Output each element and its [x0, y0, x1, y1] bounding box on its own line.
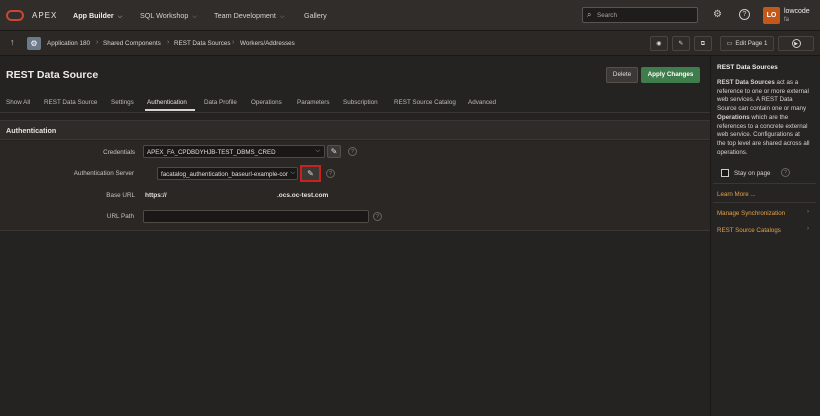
breadcrumb-separator-icon: › [96, 39, 99, 46]
breadcrumb-rest-data-sources[interactable]: REST Data Sources [174, 40, 231, 47]
chevron-down-icon: ⌵ [315, 148, 320, 154]
chevron-right-icon: › [807, 226, 809, 232]
search-placeholder: Search [597, 12, 617, 19]
main-content [0, 56, 710, 416]
delete-button[interactable]: Delete [606, 67, 638, 83]
section-title: Authentication [6, 126, 57, 135]
page-title: REST Data Source [6, 69, 99, 81]
auth-server-value: facatalog_authentication_baseurl-example… [161, 171, 292, 178]
user-sub: fa [784, 17, 790, 23]
search-icon: ⌕ [587, 10, 592, 19]
tab-advanced[interactable]: Advanced [468, 99, 496, 106]
shapes-icon: ⧉ [700, 39, 706, 47]
tab-parameters[interactable]: Parameters [297, 99, 330, 106]
base-url-prefix: https:// [145, 192, 167, 199]
base-url-suffix: .ocs.oc-test.com [277, 192, 329, 199]
help-panel-description: REST Data Sources act as a reference to … [717, 79, 810, 157]
credentials-value: APEX_FA_CPDBDYHJB-TEST_DBMS_CRED [147, 149, 276, 156]
chevron-right-icon: › [807, 209, 809, 215]
page-icon: ▭ [726, 40, 733, 47]
pencil-icon: ✎ [330, 147, 338, 156]
up-arrow-icon[interactable]: ↑ [10, 37, 15, 47]
manage-synchronization-link[interactable]: Manage Synchronization [717, 210, 785, 217]
help-divider [713, 183, 816, 184]
tab-subscription[interactable]: Subscription [343, 99, 378, 106]
description-bold: REST Data Sources [717, 79, 775, 86]
rest-source-catalogs-link[interactable]: REST Source Catalogs [717, 227, 781, 234]
breadcrumb-separator-icon: › [232, 39, 235, 46]
chevron-down-icon: ⌵ [192, 14, 197, 20]
breadcrumb-application[interactable]: Application 180 [47, 40, 90, 47]
chevron-down-icon: ⌵ [279, 14, 285, 20]
stay-on-page-checkbox[interactable] [721, 169, 729, 177]
view-icon-button[interactable]: ◉ [650, 36, 668, 51]
tab-operations[interactable]: Operations [251, 99, 282, 106]
breadcrumb-shared-components[interactable]: Shared Components [103, 40, 161, 47]
credentials-label: Credentials [103, 149, 135, 156]
help-icon[interactable]: ? [739, 9, 750, 20]
wrench-icon: ✎ [678, 40, 684, 47]
credentials-select[interactable]: APEX_FA_CPDBDYHJB-TEST_DBMS_CRED ⌵ [143, 145, 325, 158]
credentials-help-icon[interactable]: ? [348, 147, 357, 156]
url-path-label: URL Path [106, 213, 134, 220]
debug-icon-button[interactable]: ✎ [672, 36, 690, 51]
auth-server-label: Authentication Server [73, 170, 134, 177]
avatar[interactable]: LO [763, 7, 780, 24]
apply-changes-button[interactable]: Apply Changes [641, 67, 700, 83]
edit-page-button[interactable]: ▭ Edit Page 1 [720, 36, 774, 51]
auth-server-edit-button[interactable]: ✎ [300, 165, 321, 182]
description-bold-2: Operations [717, 113, 750, 121]
base-url-label: Base URL [106, 192, 135, 199]
nav-gallery[interactable]: Gallery [304, 11, 327, 20]
tab-data-profile[interactable]: Data Profile [204, 99, 237, 106]
pencil-icon: ✎ [307, 169, 314, 178]
tab-settings[interactable]: Settings [111, 99, 134, 106]
credentials-edit-button[interactable]: ✎ [327, 145, 341, 158]
breadcrumb-current: Workers/Addresses [240, 40, 295, 47]
auth-server-help-icon[interactable]: ? [326, 169, 335, 178]
url-path-input[interactable] [143, 210, 369, 223]
user-settings-icon[interactable]: ⚙ [713, 9, 722, 20]
chevron-down-icon: ⌵ [288, 170, 295, 177]
tab-rest-data-source[interactable]: REST Data Source [44, 99, 97, 106]
section-header [0, 120, 710, 140]
tabs-divider [0, 112, 710, 113]
tab-authentication[interactable]: Authentication [147, 99, 187, 106]
play-icon: ▶ [791, 39, 801, 48]
product-name[interactable]: APEX [32, 11, 57, 20]
url-path-help-icon[interactable]: ? [373, 212, 382, 221]
search-input[interactable]: ⌕ Search [582, 7, 698, 23]
auth-server-select[interactable]: facatalog_authentication_baseurl-example… [157, 167, 298, 180]
nav-sql-workshop[interactable]: SQL Workshop ⌵ [140, 11, 197, 21]
redacted-block [171, 189, 276, 201]
app-icon: ⚙ [27, 37, 41, 50]
eye-icon: ◉ [656, 40, 662, 47]
user-name[interactable]: lowcode [784, 8, 810, 15]
oracle-logo-icon[interactable] [6, 10, 24, 21]
stay-on-page-help-icon[interactable]: ? [781, 168, 790, 177]
nav-app-builder[interactable]: App Builder ⌵ [73, 11, 122, 21]
stay-on-page-label[interactable]: Stay on page [734, 170, 770, 177]
chevron-down-icon: ⌵ [117, 14, 123, 20]
breadcrumb-separator-icon: › [167, 39, 170, 46]
run-page-button[interactable]: ▶ [778, 36, 814, 51]
nav-team-development[interactable]: Team Development ⌵ [214, 11, 284, 21]
tab-rest-source-catalog[interactable]: REST Source Catalog [394, 99, 456, 106]
shared-components-button[interactable]: ⧉ [694, 36, 712, 51]
learn-more-link[interactable]: Learn More ... [717, 191, 756, 198]
active-tab-underline [145, 109, 195, 111]
tab-show-all[interactable]: Show All [6, 99, 30, 106]
help-panel-title: REST Data Sources [717, 64, 778, 71]
help-divider [713, 202, 816, 203]
top-navigation-bar: APEX App Builder ⌵ SQL Workshop ⌵ Team Dev… [0, 0, 820, 31]
